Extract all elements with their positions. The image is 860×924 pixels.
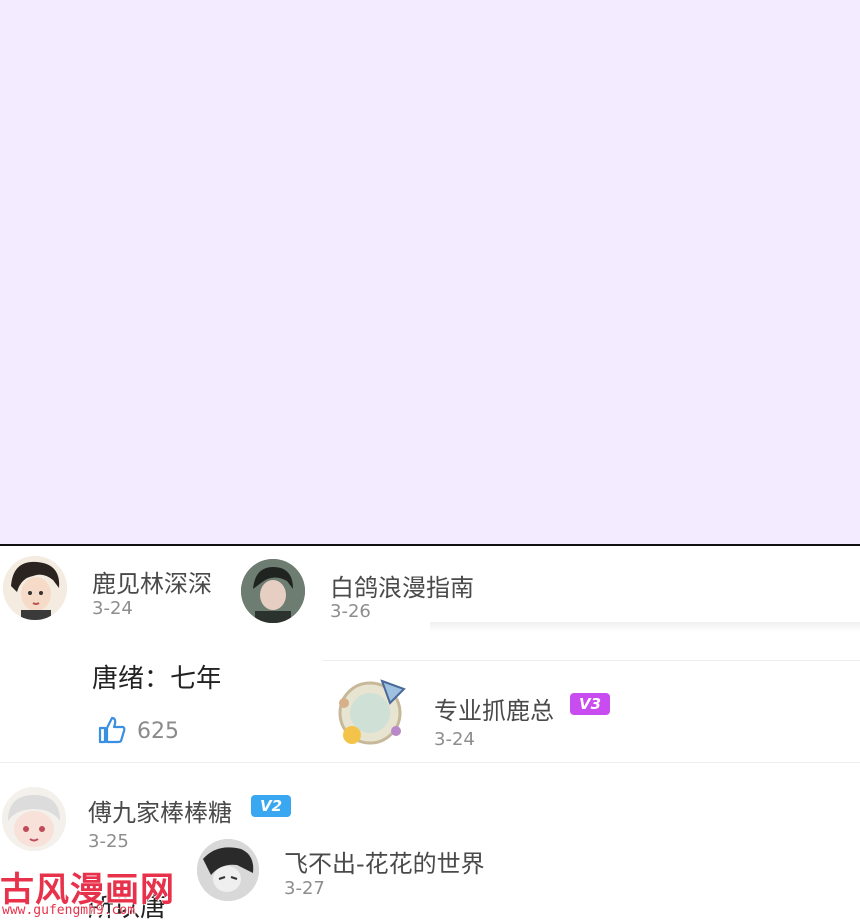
comment-date: 3-24: [434, 729, 475, 750]
comment-card-3: 专业抓鹿总 V3 3-24: [322, 660, 860, 761]
like-button[interactable]: [96, 714, 130, 748]
user-avatar[interactable]: [241, 559, 305, 623]
comment-date: 3-24: [92, 598, 133, 619]
comment-card-2: 白鸽浪漫指南 3-26: [220, 548, 860, 624]
comment-date: 3-26: [330, 601, 371, 622]
comment-card-1: 鹿见林深深 3-24 唐绪：七年 625: [0, 546, 220, 761]
comment-username[interactable]: 专业抓鹿总: [434, 691, 554, 726]
comment-username[interactable]: 白鸽浪漫指南: [330, 568, 474, 603]
decorated-frame-avatar-icon: [338, 679, 406, 745]
person-portrait-icon: [241, 559, 305, 623]
user-avatar[interactable]: [3, 556, 67, 620]
lavender-blank-panel: [0, 0, 860, 545]
user-avatar[interactable]: [2, 787, 66, 851]
comment-username[interactable]: 飞不出-花花的世界: [284, 844, 485, 879]
sketch-portrait-icon: [197, 839, 259, 901]
card-shadow: [430, 622, 860, 632]
user-avatar[interactable]: [197, 839, 259, 901]
level-badge: V2: [251, 795, 291, 817]
comment-username[interactable]: 傅九家棒棒糖: [88, 793, 232, 828]
site-watermark-url: www.gufengmh9.com: [2, 903, 136, 918]
level-badge: V3: [570, 693, 610, 715]
like-count: 625: [137, 719, 179, 744]
comment-date: 3-25: [88, 831, 129, 852]
user-avatar[interactable]: [332, 673, 408, 749]
thumbs-up-icon: [98, 716, 126, 744]
comment-date: 3-27: [284, 878, 325, 899]
comment-card-5: 飞不出-花花的世界 3-27: [190, 834, 610, 908]
chibi-character-icon: [2, 787, 66, 851]
comment-text: 唐绪：七年: [92, 664, 220, 694]
boy-portrait-icon: [3, 556, 67, 620]
comment-username[interactable]: 鹿见林深深: [92, 564, 212, 599]
